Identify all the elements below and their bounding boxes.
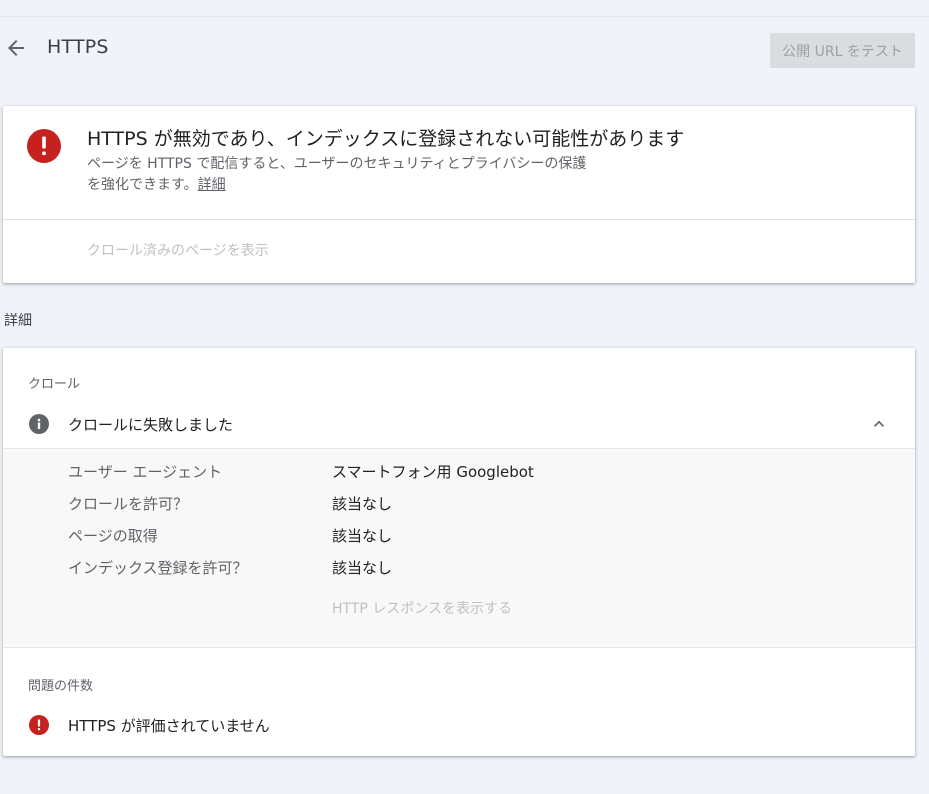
detail-row-user-agent: ユーザー エージェント スマートフォン用 Googlebot <box>3 457 915 485</box>
detail-row-crawl-allowed: クロールを許可？ 該当なし <box>3 489 915 517</box>
detail-key: インデックス登録を許可？ <box>68 559 248 577</box>
chevron-up-icon[interactable] <box>869 414 889 434</box>
detail-row-page-fetch: ページの取得 該当なし <box>3 521 915 549</box>
issue-item: HTTPS が評価されていません <box>3 710 915 740</box>
error-icon <box>29 715 49 735</box>
issues-count-label: 問題の件数 <box>28 679 94 694</box>
view-http-response-button[interactable]: HTTP レスポンスを表示する <box>332 598 512 618</box>
detail-value: 該当なし <box>332 527 393 545</box>
status-title: HTTPS が無効であり、インデックスに登録されない可能性があります <box>87 128 685 150</box>
crawl-status-row[interactable]: クロールに失敗しました <box>3 402 915 446</box>
back-arrow-icon[interactable] <box>4 36 28 60</box>
issue-text: HTTPS が評価されていません <box>68 717 270 735</box>
crawl-status-text: クロールに失敗しました <box>68 416 234 434</box>
info-icon <box>29 414 49 434</box>
detail-key: ユーザー エージェント <box>68 463 223 481</box>
test-live-url-button[interactable]: 公開 URL をテスト <box>770 33 915 68</box>
detail-key: ページの取得 <box>68 527 158 545</box>
crawl-details-panel: ユーザー エージェント スマートフォン用 Googlebot クロールを許可？ … <box>3 448 915 648</box>
detail-key: クロールを許可？ <box>68 495 189 513</box>
status-description-text: を強化できます。 <box>87 177 198 193</box>
top-divider <box>0 16 929 17</box>
crawl-section-label: クロール <box>28 377 81 392</box>
status-description-line1: ページを HTTPS で配信すると、ユーザーのセキュリティとプライバシーの保護 <box>87 156 587 172</box>
status-card: HTTPS が無効であり、インデックスに登録されない可能性があります ページを … <box>3 106 915 283</box>
page-header: HTTPS 公開 URL をテスト <box>0 22 929 78</box>
detail-value: スマートフォン用 Googlebot <box>332 463 534 481</box>
card-divider <box>3 219 915 220</box>
detail-value: 該当なし <box>332 495 393 513</box>
view-crawled-page-button[interactable]: クロール済みのページを表示 <box>87 240 269 260</box>
status-description-line2: を強化できます。詳細 <box>87 175 687 196</box>
details-card: クロール クロールに失敗しました ユーザー エージェント スマートフォン用 Go… <box>3 348 915 756</box>
detail-row-indexing-allowed: インデックス登録を許可？ 該当なし <box>3 553 915 581</box>
learn-more-link[interactable]: 詳細 <box>198 177 226 193</box>
detail-value: 該当なし <box>332 559 393 577</box>
error-icon <box>26 128 62 164</box>
details-section-label: 詳細 <box>4 313 32 329</box>
status-description: ページを HTTPS で配信すると、ユーザーのセキュリティとプライバシーの保護 … <box>87 154 687 196</box>
page-title: HTTPS <box>47 36 109 58</box>
